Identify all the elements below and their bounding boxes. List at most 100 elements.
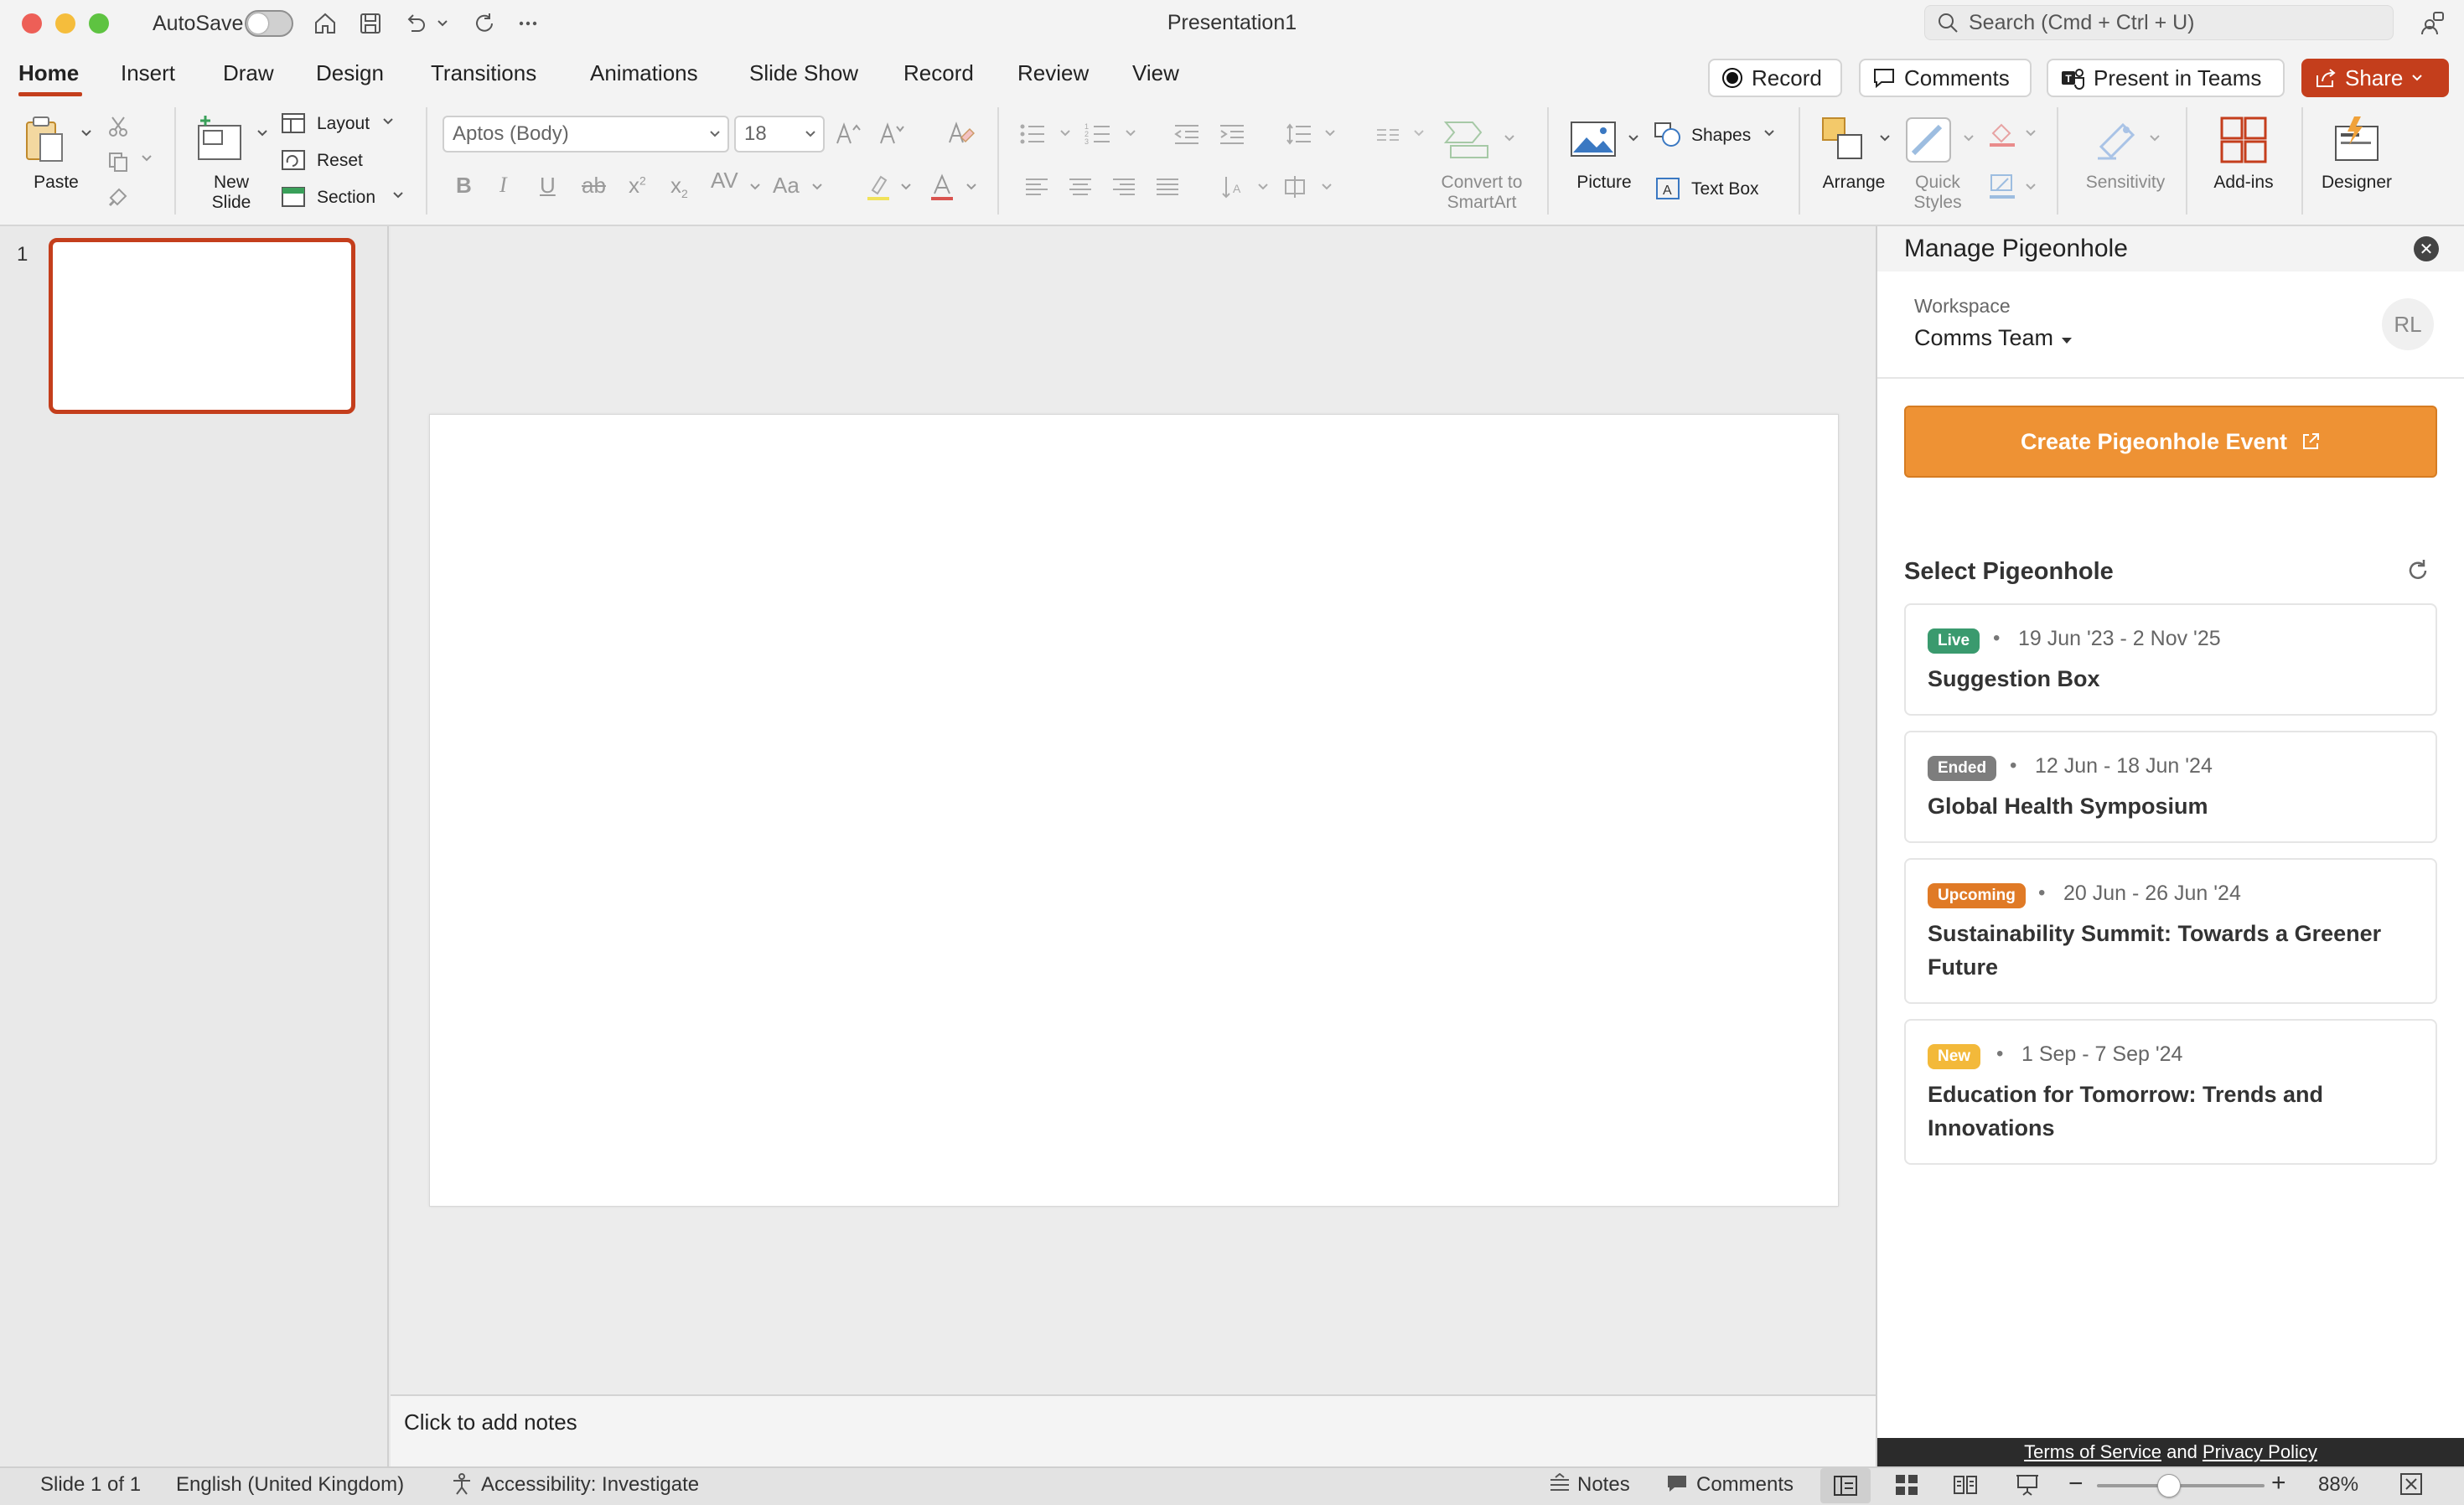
privacy-policy-link[interactable]: Privacy Policy [2203,1441,2317,1462]
decrease-indent-icon[interactable] [1172,119,1202,149]
shape-fill-icon[interactable] [1986,119,2018,149]
highlight-color-icon[interactable] [863,171,893,204]
picture-dropdown[interactable] [1626,134,1641,142]
layout-button[interactable]: Layout [317,114,370,134]
slide-sorter-icon[interactable] [1894,1473,1919,1498]
clear-formatting-icon[interactable] [944,117,977,151]
copy-icon[interactable] [104,147,132,176]
numbering-dropdown[interactable] [1123,129,1138,137]
character-spacing-dropdown[interactable] [748,183,763,191]
event-card-suggestion-box[interactable]: Live • 19 Jun '23 - 2 Nov '25 Suggestion… [1904,603,2437,716]
change-case-dropdown[interactable] [810,183,825,191]
event-card-education-for-tomorrow[interactable]: New • 1 Sep - 7 Sep '24 Education for To… [1904,1019,2437,1165]
slide-canvas[interactable] [429,414,1839,1207]
present-in-teams-button[interactable]: T Present in Teams [2047,59,2285,97]
event-card-sustainability-summit[interactable]: Upcoming • 20 Jun - 26 Jun '24 Sustainab… [1904,858,2437,1004]
refresh-icon[interactable] [2405,558,2432,585]
tab-transitions[interactable]: Transitions [431,60,536,86]
align-center-icon[interactable] [1068,174,1093,199]
tab-view[interactable]: View [1132,60,1179,86]
highlight-dropdown[interactable] [898,183,914,191]
fit-to-window-icon[interactable] [2399,1471,2424,1497]
justify-icon[interactable] [1155,174,1180,199]
shape-outline-icon[interactable] [1986,171,2018,201]
zoom-level[interactable]: 88% [2318,1473,2358,1497]
text-direction-icon[interactable]: A [1220,173,1247,201]
numbering-icon[interactable]: 123 [1083,119,1113,149]
comments-toggle[interactable]: Comments [1696,1473,1794,1497]
text-direction-dropdown[interactable] [1255,183,1271,191]
align-text-dropdown[interactable] [1319,183,1334,191]
slide-thumbnail[interactable] [49,238,355,414]
tab-design[interactable]: Design [316,60,384,86]
quick-styles-dropdown[interactable] [1961,134,1976,142]
columns-icon[interactable] [1374,122,1401,147]
change-case-icon[interactable]: Aa [773,173,800,199]
comments-button[interactable]: Comments [1859,59,2032,97]
shape-fill-dropdown[interactable] [2023,129,2038,137]
zoom-in-icon[interactable]: + [2271,1471,2293,1496]
pane-close-icon[interactable]: ✕ [2414,236,2439,261]
section-button[interactable]: Section [317,188,375,208]
accessibility-status[interactable]: Accessibility: Investigate [481,1473,699,1497]
align-left-icon[interactable] [1024,174,1049,199]
event-card-global-health-symposium[interactable]: Ended • 12 Jun - 18 Jun '24 Global Healt… [1904,731,2437,843]
line-spacing-dropdown[interactable] [1323,129,1338,137]
zoom-out-icon[interactable]: − [2068,1471,2089,1497]
tab-home[interactable]: Home [18,60,79,86]
section-dropdown[interactable] [391,191,406,199]
columns-dropdown[interactable] [1411,129,1426,137]
cut-icon[interactable] [104,112,132,141]
bold-icon[interactable]: B [456,173,472,199]
account-icon[interactable] [2417,8,2447,39]
convert-to-smartart-dropdown[interactable] [1502,134,1517,142]
format-painter-icon[interactable] [104,183,132,211]
terms-of-service-link[interactable]: Terms of Service [2024,1441,2161,1462]
shapes-dropdown[interactable] [1762,129,1777,137]
layout-dropdown[interactable] [380,117,396,126]
add-ins-button[interactable] [2218,114,2270,166]
font-color-icon[interactable] [927,171,957,204]
normal-view-button[interactable] [1820,1468,1871,1503]
font-color-dropdown[interactable] [964,183,979,191]
avatar[interactable]: RL [2382,298,2434,350]
sensitivity-dropdown[interactable] [2147,134,2162,142]
copy-dropdown[interactable] [139,154,154,163]
arrange-dropdown[interactable] [1877,134,1892,142]
new-slide-dropdown[interactable] [255,129,270,137]
create-pigeonhole-event-button[interactable]: Create Pigeonhole Event [1904,406,2437,478]
search-input[interactable]: Search (Cmd + Ctrl + U) [1924,5,2394,40]
shape-outline-dropdown[interactable] [2023,183,2038,191]
language-indicator[interactable]: English (United Kingdom) [176,1473,404,1497]
arrange-button[interactable] [1819,114,1869,164]
quick-styles-button[interactable] [1902,114,1954,166]
zoom-slider-track[interactable] [2097,1484,2265,1487]
share-button[interactable]: Share [2301,59,2449,97]
shapes-button[interactable]: Shapes [1691,126,1751,146]
bullets-icon[interactable] [1017,119,1048,149]
superscript-icon[interactable]: x2 [629,173,646,199]
tab-slide-show[interactable]: Slide Show [749,60,858,86]
increase-font-size-icon[interactable] [833,117,863,151]
record-button[interactable]: Record [1708,59,1842,97]
workspace-dropdown[interactable]: Comms Team [1914,325,2073,351]
reading-view-icon[interactable] [1953,1473,1978,1498]
text-box-button[interactable]: Text Box [1691,179,1759,199]
align-text-icon[interactable] [1282,173,1309,201]
notes-pane[interactable]: Click to add notes [391,1394,1876,1466]
notes-toggle[interactable]: Notes [1577,1473,1630,1497]
increase-indent-icon[interactable] [1217,119,1247,149]
new-slide-button[interactable] [193,112,246,166]
tab-draw[interactable]: Draw [223,60,274,86]
strikethrough-icon[interactable]: ab [582,173,606,199]
tab-record[interactable]: Record [903,60,974,86]
tab-insert[interactable]: Insert [121,60,175,86]
sensitivity-button[interactable] [2092,114,2142,164]
slide-show-icon[interactable] [2015,1473,2040,1498]
subscript-icon[interactable]: x2 [670,173,688,200]
designer-button[interactable] [2328,114,2384,166]
reset-button[interactable]: Reset [317,151,363,171]
align-right-icon[interactable] [1111,174,1136,199]
character-spacing-icon[interactable]: AV [711,168,738,194]
tab-animations[interactable]: Animations [590,60,698,86]
